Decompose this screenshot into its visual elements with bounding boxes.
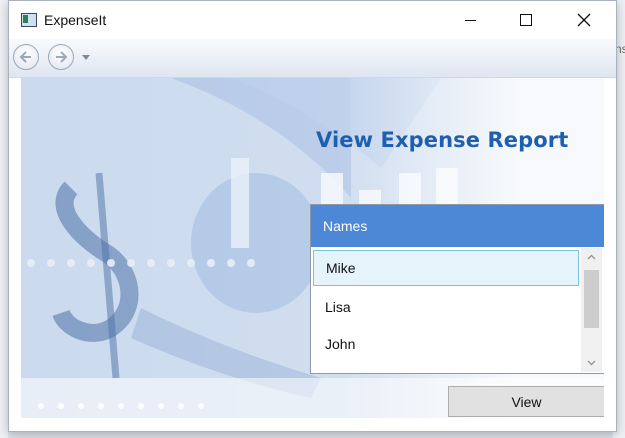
chevron-up-icon [587, 254, 596, 260]
page-title: View Expense Report [316, 128, 569, 152]
maximize-button[interactable] [503, 1, 549, 39]
title-bar[interactable]: ExpenseIt [9, 1, 616, 39]
scroll-up-button[interactable] [581, 248, 602, 266]
view-button[interactable]: View [448, 386, 604, 417]
list-scrollbar[interactable] [581, 248, 602, 372]
page-content: View Expense Report Names Mike Lisa John… [21, 78, 604, 418]
list-item-mike[interactable]: Mike [313, 250, 579, 286]
list-item-lisa[interactable]: Lisa [313, 289, 579, 325]
chevron-down-icon [587, 360, 596, 366]
desktop-left-edge [0, 0, 8, 438]
back-button[interactable] [13, 44, 39, 70]
minimize-icon [464, 19, 476, 21]
scroll-down-button[interactable] [581, 354, 602, 372]
window-title: ExpenseIt [44, 12, 107, 28]
names-list-header: Names [311, 205, 604, 247]
close-icon [577, 13, 591, 27]
names-listbox[interactable]: Names Mike Lisa John [310, 204, 604, 374]
forward-button[interactable] [48, 44, 74, 70]
navigation-history-dropdown[interactable] [82, 55, 90, 60]
minimize-button[interactable] [447, 1, 493, 39]
navigation-bar [9, 39, 616, 78]
close-button[interactable] [561, 1, 607, 39]
back-arrow-icon [19, 51, 31, 63]
app-icon [21, 13, 37, 27]
list-item-john[interactable]: John [313, 326, 579, 362]
maximize-icon [520, 14, 532, 26]
scrollbar-thumb[interactable] [584, 270, 599, 328]
app-window: ExpenseIt View Expense Report Names Mike… [8, 0, 617, 432]
forward-arrow-icon [56, 51, 68, 63]
